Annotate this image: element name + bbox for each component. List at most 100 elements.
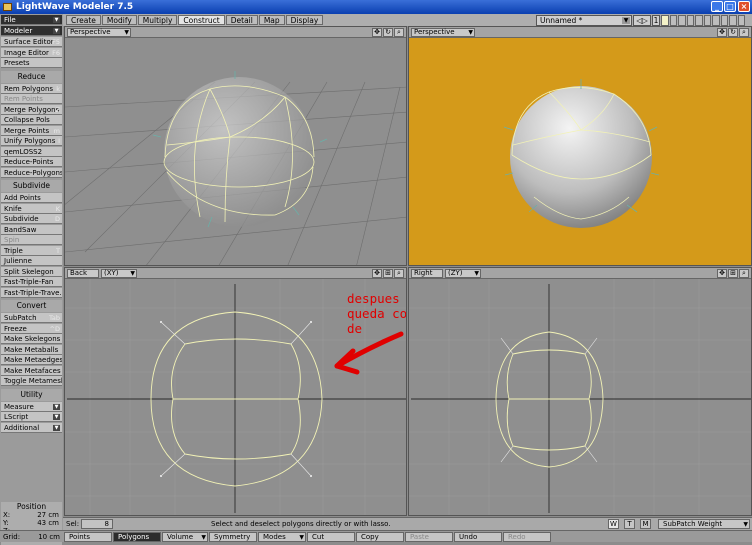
sidebar-item-merge-polygons[interactable]: Merge Polygons Z <box>1 104 62 115</box>
sidebar-item-make-metaballs[interactable]: Make Metaballs <box>1 344 62 355</box>
sidebar-item-fast-triple-trave[interactable]: Fast-Triple-Trave... <box>1 287 62 298</box>
sidebar-item-surface-editor[interactable]: Surface Editor F5 <box>1 37 62 47</box>
sidebar-item-unify-polygons[interactable]: Unify Polygons I <box>1 136 62 146</box>
tab-construct[interactable]: Construct <box>178 15 225 25</box>
sidebar-item-toggle-metamesh[interactable]: Toggle Metamesh <box>1 376 62 386</box>
layer-slot[interactable] <box>661 15 669 26</box>
sidebar-item-subdivide[interactable]: Subdivide D <box>1 214 62 224</box>
sidebar-item-rem-points[interactable]: Rem Points <box>1 94 62 104</box>
sidebar-item-measure[interactable]: Measure ▼ <box>1 401 62 412</box>
sidebar-item-make-metafaces[interactable]: Make Metafaces <box>1 365 62 376</box>
layer-slot[interactable] <box>703 15 711 26</box>
sidebar-item-additional[interactable]: Additional ▼ <box>1 422 62 433</box>
sidebar-item-label: Freeze <box>4 324 27 333</box>
chevron-down-icon: ▼ <box>201 534 206 541</box>
shortcut-key: Z <box>55 105 60 114</box>
layer-slot[interactable] <box>669 15 677 26</box>
sidebar-item-label: BandSaw <box>4 225 37 234</box>
sidebar-item-label: Merge Points <box>4 126 50 135</box>
layer-slot[interactable] <box>737 15 745 26</box>
file-menu[interactable]: File ▼ <box>1 15 62 25</box>
chevron-down-icon: ▼ <box>53 403 60 410</box>
mode-t-button[interactable]: T <box>624 519 635 529</box>
sidebar-item-collapse-pols[interactable]: Collapse Pols <box>1 115 62 125</box>
sidebar-item-freeze[interactable]: Freeze ^D <box>1 323 62 334</box>
sidebar-item-subpatch[interactable]: SubPatch Tab <box>1 313 62 323</box>
section-header-utility: Utility <box>1 388 62 401</box>
chevron-down-icon: ▼ <box>743 521 748 528</box>
sidebar-item-split-skelegon[interactable]: Split Skelegon <box>1 266 62 277</box>
annotation-arrow-icon <box>334 331 404 375</box>
viewport-bottom-right[interactable]: Right (ZY) ▼ ✥ ⊞ ⌕ <box>408 267 752 516</box>
sidebar-item-label: Make Metaedges <box>4 356 62 364</box>
copy-button[interactable]: Copy <box>356 532 404 542</box>
sidebar-item-reduce-polygons[interactable]: Reduce-Polygons <box>1 167 62 178</box>
chevron-down-icon: ▼ <box>299 534 304 541</box>
tab-modify[interactable]: Modify <box>101 15 137 25</box>
sidebar-item-fast-triple-fan[interactable]: Fast-Triple-Fan <box>1 277 62 287</box>
layer-slot[interactable] <box>695 15 703 26</box>
sidebar-item-spin[interactable]: Spin <box>1 235 62 245</box>
layer-prev-next[interactable]: ◁▷ <box>633 15 651 26</box>
sidebar-item-merge-points[interactable]: Merge Points m <box>1 125 62 136</box>
points-mode-button[interactable]: Points <box>64 532 112 542</box>
cut-button[interactable]: Cut <box>307 532 355 542</box>
sidebar-item-knife[interactable]: Knife K <box>1 203 62 214</box>
viewport-top-left[interactable]: Perspective ▼ ✥ ↻ ⌕ <box>64 26 407 266</box>
sidebar-item-label: Collapse Pols <box>4 116 50 124</box>
layer-slot[interactable] <box>686 15 694 26</box>
sidebar-item-image-editor[interactable]: Image Editor F6 <box>1 47 62 58</box>
title-bar: LightWave Modeler 7.5 _ □ × <box>0 0 752 14</box>
layer-slot[interactable] <box>678 15 686 26</box>
shortcut-key: K <box>55 204 60 213</box>
layer-number: 1 <box>652 15 660 26</box>
maximize-button[interactable]: □ <box>724 1 736 12</box>
modes-select[interactable]: Modes ▼ <box>258 532 306 542</box>
undo-button[interactable]: Undo <box>454 532 502 542</box>
viewport-top-right[interactable]: Perspective ▼ ✥ ↻ ⌕ <box>408 26 752 266</box>
sidebar-item-label: SubPatch <box>4 314 37 322</box>
object-selector[interactable]: Unnamed * ▼ <box>536 15 632 26</box>
layer-slot[interactable] <box>712 15 720 26</box>
sidebar-item-reduce-points[interactable]: Reduce-Points <box>1 157 62 167</box>
tab-display[interactable]: Display <box>285 15 324 25</box>
subpatch-weight-select[interactable]: SubPatch Weight ▼ <box>658 519 750 529</box>
right-view <box>409 279 751 515</box>
y-value: 43 cm <box>37 519 59 527</box>
modeler-menu[interactable]: Modeler ▼ <box>1 26 62 36</box>
layer-slot[interactable] <box>729 15 737 26</box>
sidebar-item-lscript[interactable]: LScript ▼ <box>1 412 62 422</box>
mode-w-button[interactable]: W <box>608 519 619 529</box>
sidebar-item-rem-polygons[interactable]: Rem Polygons k <box>1 83 62 94</box>
redo-button[interactable]: Redo <box>503 532 551 542</box>
perspective-shaded-view <box>503 79 660 228</box>
minimize-button[interactable]: _ <box>711 1 723 12</box>
sidebar-item-add-points[interactable]: Add Points <box>1 193 62 203</box>
mode-m-button[interactable]: M <box>640 519 651 529</box>
volume-select[interactable]: Volume ▼ <box>162 532 208 542</box>
paste-button[interactable]: Paste <box>405 532 453 542</box>
sidebar-item-make-metaedges[interactable]: Make Metaedges <box>1 355 62 365</box>
sidebar-item-bandsaw[interactable]: BandSaw <box>1 224 62 235</box>
bottom-bar: Grid: 10 cm Points Polygons Volume ▼ Symm… <box>0 530 752 542</box>
polygons-mode-button[interactable]: Polygons <box>113 532 161 542</box>
sidebar-item-label: Additional <box>4 423 40 432</box>
chevron-down-icon: ▼ <box>53 424 60 431</box>
sidebar-item-make-skelegons[interactable]: Make Skelegons <box>1 334 62 344</box>
tab-detail[interactable]: Detail <box>225 15 258 25</box>
layer-buttons[interactable] <box>661 15 747 26</box>
tab-create[interactable]: Create <box>66 15 101 25</box>
viewport-bottom-left[interactable]: Back (XY)▼ ✥⊞⌕ despues de aplicar band g… <box>64 267 407 516</box>
close-button[interactable]: × <box>738 1 750 12</box>
shortcut-key: F5 <box>52 38 60 46</box>
layer-slot[interactable] <box>720 15 728 26</box>
sidebar-item-triple[interactable]: Triple T <box>1 245 62 256</box>
sidebar-item-label: Make Skelegons <box>4 335 61 343</box>
tab-map[interactable]: Map <box>258 15 285 25</box>
sidebar-item-label: Reduce-Points <box>4 158 54 166</box>
tab-multiply[interactable]: Multiply <box>137 15 178 25</box>
sidebar-item-qemloss2[interactable]: qemLOSS2 <box>1 146 62 157</box>
symmetry-button[interactable]: Symmetry <box>209 532 257 542</box>
sidebar-item-julienne[interactable]: Julienne <box>1 256 62 266</box>
sidebar-item-presets[interactable]: Presets <box>1 58 62 68</box>
